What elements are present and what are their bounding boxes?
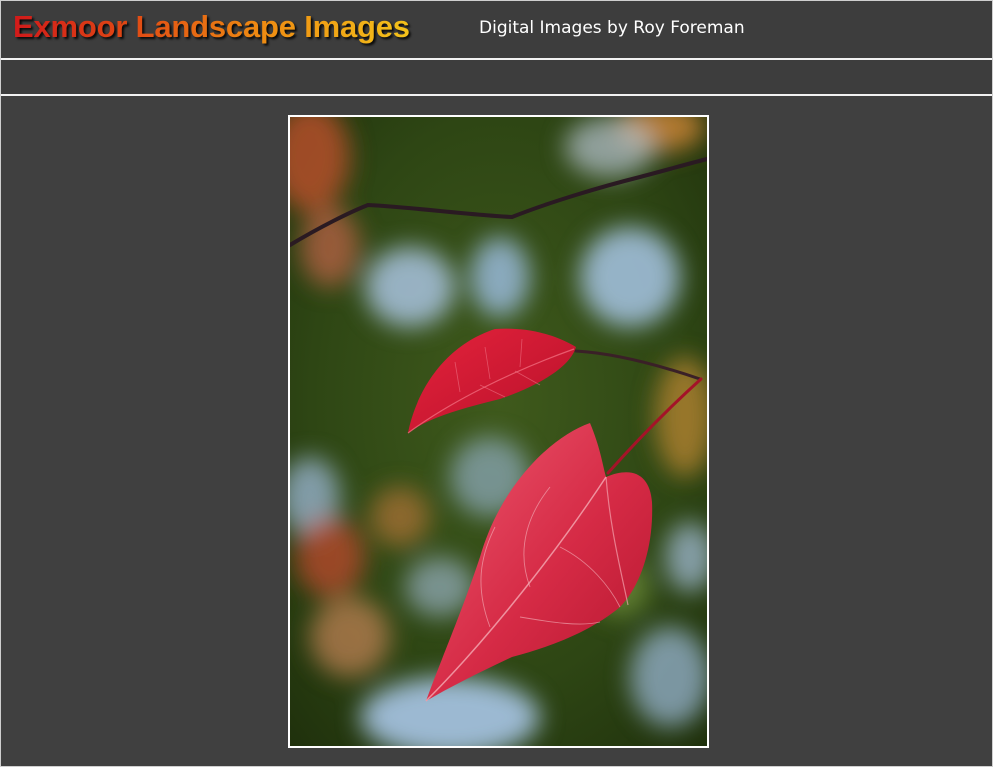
leaves-photo-image [290,117,707,746]
site-title[interactable]: Exmoor Landscape Images [13,7,410,47]
site-header: Exmoor Landscape Images Digital Images b… [1,1,992,60]
site-subtitle: Digital Images by Roy Foreman [479,18,745,38]
page: Exmoor Landscape Images Digital Images b… [0,0,993,767]
main-photo [288,115,709,748]
nav-bar [1,60,992,96]
